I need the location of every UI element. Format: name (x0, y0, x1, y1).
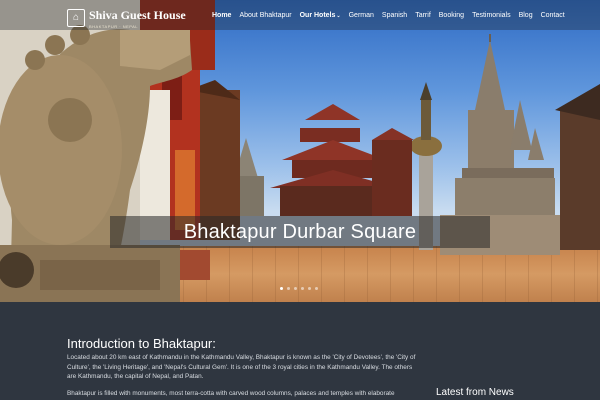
nav-testimonials[interactable]: Testimonials (468, 12, 515, 19)
site-header: ⌂ Shiva Guest House BHAKTAPUR · NEPAL Ho… (0, 0, 600, 30)
nav-home[interactable]: Home (208, 12, 235, 19)
news-heading: Latest from News (436, 387, 514, 398)
slider-dot[interactable] (287, 287, 290, 290)
nav-about-bhaktapur[interactable]: About Bhaktapur (235, 12, 295, 19)
logo-text: Shiva Guest House (89, 8, 186, 22)
nav-spanish[interactable]: Spanish (378, 12, 411, 19)
site-logo[interactable]: ⌂ Shiva Guest House BHAKTAPUR · NEPAL (67, 6, 186, 29)
nav-german[interactable]: German (345, 12, 378, 19)
nav-contact[interactable]: Contact (537, 12, 569, 19)
intro-paragraph: Bhaktapur is filled with monuments, most… (67, 390, 395, 397)
main-content (0, 302, 600, 400)
hero-slider[interactable]: ⌂ Shiva Guest House BHAKTAPUR · NEPAL Ho… (0, 0, 600, 302)
durbar-square-photo (0, 0, 600, 302)
logo-tagline: BHAKTAPUR · NEPAL (89, 24, 139, 29)
nav-our-hotels[interactable]: Our Hotels⌄ (296, 12, 345, 19)
slider-dot[interactable] (308, 287, 311, 290)
temple-logo-icon: ⌂ (67, 8, 85, 27)
slider-dot[interactable] (280, 287, 283, 290)
slider-dot[interactable] (315, 287, 318, 290)
nav-tarrif[interactable]: Tarrif (411, 12, 435, 19)
nav-booking[interactable]: Booking (435, 12, 468, 19)
slider-dot[interactable] (301, 287, 304, 290)
slide-caption-band: Bhaktapur Durbar Square (110, 216, 490, 248)
slider-pagination (280, 287, 318, 290)
main-nav: Home About Bhaktapur Our Hotels⌄ German … (208, 0, 569, 30)
slider-dot[interactable] (294, 287, 297, 290)
intro-paragraph: Located about 20 km east of Kathmandu in… (67, 354, 416, 381)
nav-blog[interactable]: Blog (515, 12, 537, 19)
slide-caption: Bhaktapur Durbar Square (183, 220, 417, 243)
chevron-down-icon: ⌄ (336, 12, 341, 19)
intro-heading: Introduction to Bhaktapur: (67, 336, 216, 351)
